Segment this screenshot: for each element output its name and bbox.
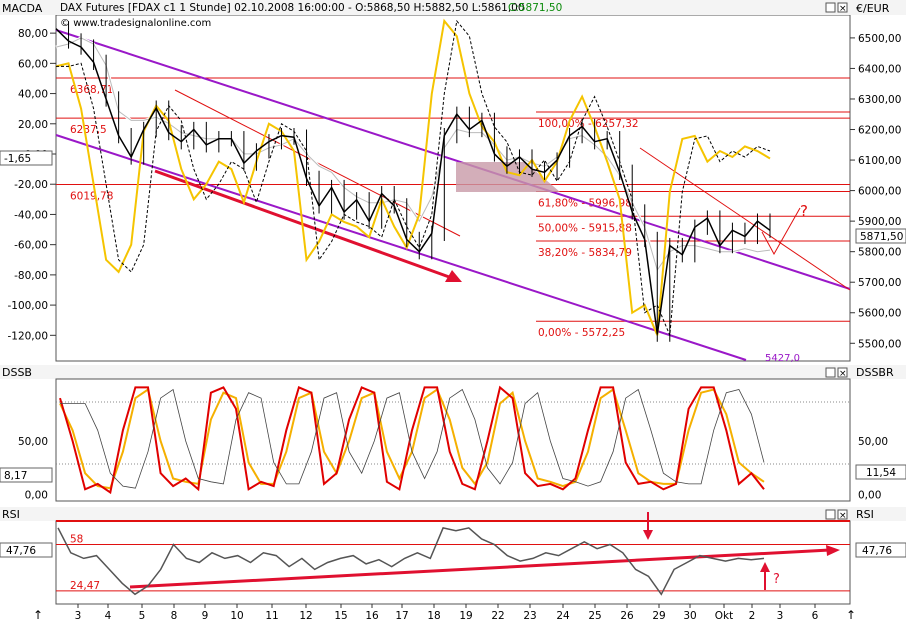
- rsi-question-annotation: ?: [773, 572, 780, 587]
- date-tick-label: 26: [620, 610, 634, 622]
- right-tick-label: 6400,00: [858, 63, 901, 75]
- level-label: 0,00% - 5572,25: [538, 327, 625, 339]
- price-panel[interactable]: MACDA DAX Futures [FDAX c1 1 Stunde] 02.…: [0, 0, 906, 364]
- scroll-left-arrow[interactable]: ↑: [33, 608, 43, 622]
- chart-window: MACDA DAX Futures [FDAX c1 1 Stunde] 02.…: [0, 0, 906, 622]
- date-tick-label: 15: [334, 610, 347, 622]
- right-tick-label: 6000,00: [858, 186, 901, 198]
- dssb-right-tick: 0,00: [858, 490, 881, 502]
- left-tick-label: -100,00: [7, 300, 48, 312]
- macda-axis-label: MACDA: [2, 2, 43, 15]
- date-tick-label: 25: [588, 610, 601, 622]
- date-tick-label: 4: [105, 610, 112, 622]
- dssb-right-marker-text: 11,54: [866, 467, 896, 479]
- panel-minimize-button[interactable]: [825, 509, 836, 520]
- question-mark-annotation: ?: [800, 202, 808, 220]
- date-tick-label: 9: [202, 610, 209, 622]
- date-tick-label: 17: [395, 610, 408, 622]
- left-tick-label: -20,00: [14, 179, 48, 191]
- dssb-left-tick: 50,00: [18, 436, 48, 448]
- right-tick-label: 5500,00: [858, 338, 901, 350]
- rsi-level-label: 58: [70, 534, 83, 546]
- date-tick-label: 16: [365, 610, 379, 622]
- close-icon: ×: [839, 4, 847, 14]
- right-tick-label: 6300,00: [858, 94, 901, 106]
- dssb-left-marker-text: 8,17: [4, 470, 27, 482]
- dssb-axis-label: DSSB: [2, 366, 32, 379]
- level-label: 6019,78: [70, 191, 113, 203]
- level-label: 38,20% - 5834,79: [538, 247, 632, 259]
- date-tick-label: 8: [171, 610, 178, 622]
- rsi-right-marker-text: 47,76: [862, 545, 892, 557]
- close-icon: ×: [839, 369, 847, 379]
- left-tick-label: -120,00: [7, 330, 48, 342]
- date-tick-label: 11: [265, 610, 278, 622]
- left-axis-ticks: 80,0060,0040,0020,000,00-20,00-40,00-60,…: [7, 28, 56, 342]
- right-tick-label: 5600,00: [858, 308, 901, 320]
- date-tick-label: 3: [75, 610, 82, 622]
- right-tick-label: 5800,00: [858, 247, 901, 259]
- dssb-left-tick: 0,00: [25, 490, 48, 502]
- close-icon: ×: [839, 511, 847, 521]
- date-tick-label: 18: [427, 610, 440, 622]
- right-tick-label: 6200,00: [858, 125, 901, 137]
- date-tick-label: 5: [139, 610, 146, 622]
- level-label: 6237,5: [70, 124, 107, 136]
- website-label: © www.tradesignalonline.com: [60, 18, 211, 29]
- dssb-right-tick: 50,00: [858, 436, 888, 448]
- rsi-axis-label-right: RSI: [856, 508, 874, 521]
- instrument-header: DAX Futures [FDAX c1 1 Stunde] 02.10.200…: [60, 2, 525, 14]
- date-tick-label: 24: [556, 610, 570, 622]
- currency-axis-label: €/EUR: [856, 2, 890, 15]
- right-tick-label: 6500,00: [858, 33, 901, 45]
- date-tick-label: 29: [652, 610, 665, 622]
- left-tick-label: 60,00: [18, 58, 48, 70]
- panel-minimize-button[interactable]: [825, 2, 836, 13]
- level-label: 100,00% - 6257,32: [538, 118, 639, 130]
- rsi-left-marker-text: 47,76: [6, 545, 36, 557]
- right-marker-text: 5871,50: [860, 231, 903, 243]
- date-tick-label: Okt: [715, 610, 733, 622]
- left-tick-label: 40,00: [18, 89, 48, 101]
- right-axis-ticks: 6500,00 6400,00 6300,00 6200,00 6100,00 6000,…: [850, 33, 901, 350]
- close-price-text: C:5871,50: [508, 2, 562, 14]
- chart-svg[interactable]: MACDA DAX Futures [FDAX c1 1 Stunde] 02.…: [0, 0, 906, 622]
- channel-bottom-label: 5427,0: [765, 353, 800, 364]
- date-tick-label: 6: [812, 610, 819, 622]
- right-tick-label: 6100,00: [858, 155, 901, 167]
- level-label: 50,00% - 5915,88: [538, 222, 632, 234]
- right-tick-label: 5700,00: [858, 277, 901, 289]
- date-tick-label: 10: [230, 610, 243, 622]
- date-tick-label: 22: [491, 610, 504, 622]
- left-marker-text: -1,65: [4, 153, 31, 165]
- left-tick-label: -80,00: [14, 270, 48, 282]
- rsi-axis-label-left: RSI: [2, 508, 20, 521]
- left-tick-label: -40,00: [14, 209, 48, 221]
- dssb-panel[interactable]: DSSB DSSBR × 50,00 0,00 50,00 0,00 8,17 11,…: [0, 365, 906, 502]
- panel-minimize-button[interactable]: [825, 367, 836, 378]
- date-tick-label: 12: [299, 610, 312, 622]
- date-tick-label: 2: [749, 610, 756, 622]
- date-tick-label: 30: [683, 610, 696, 622]
- date-axis: 3 4 5 8 9 10 11 12 15 16 17 18 19 22 23 24 25 26 29 30 Okt 2 3…: [75, 604, 819, 622]
- scroll-right-arrow[interactable]: ↑: [846, 608, 856, 622]
- dssbr-axis-label: DSSBR: [856, 366, 894, 379]
- left-tick-label: -60,00: [14, 240, 48, 252]
- rsi-level-label: 24,47: [70, 580, 100, 592]
- right-tick-label: 5900,00: [858, 216, 901, 228]
- date-tick-label: 3: [777, 610, 784, 622]
- date-tick-label: 19: [459, 610, 472, 622]
- left-tick-label: 20,00: [18, 119, 48, 131]
- left-tick-label: 80,00: [18, 28, 48, 40]
- date-tick-label: 23: [523, 610, 536, 622]
- rsi-panel[interactable]: RSI RSI × 5824,47 ? 47,76 47,76 3 4 5 8 9 10 1…: [0, 507, 906, 622]
